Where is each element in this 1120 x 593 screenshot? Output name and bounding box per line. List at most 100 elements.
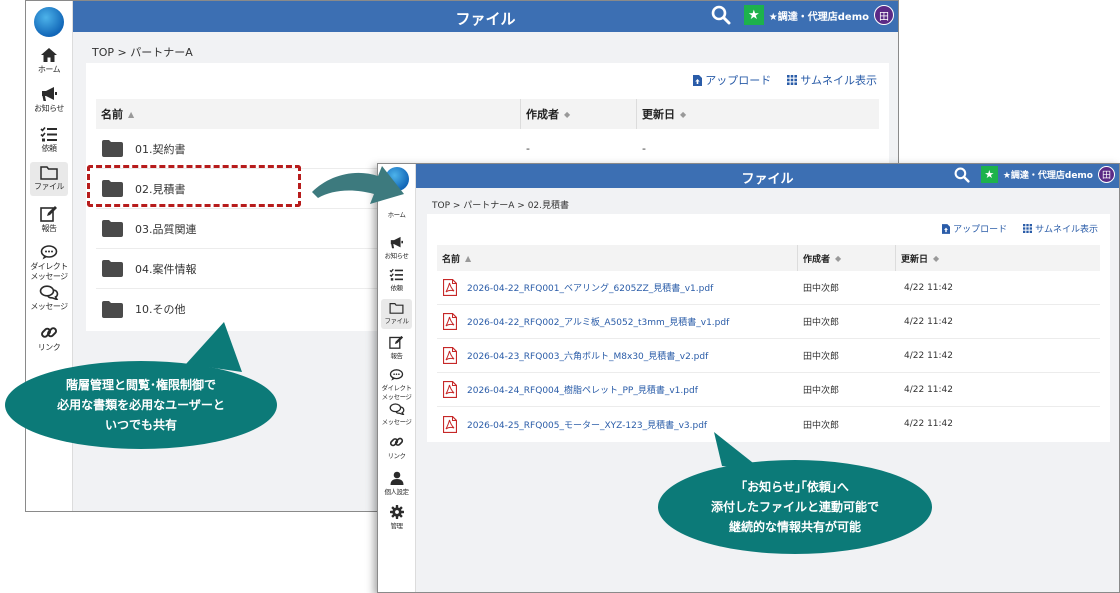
file-row[interactable]: 2026-04-22_RFQ001_ベアリング_6205ZZ_見積書_v1.pd… bbox=[437, 271, 1100, 305]
upload-button[interactable]: アップロード bbox=[942, 222, 1007, 235]
file-row[interactable]: 2026-04-25_RFQ005_モーター_XYZ-123_見積書_v3.pd… bbox=[437, 407, 1100, 441]
file-author: 田中次郎 bbox=[803, 284, 840, 294]
grid-icon bbox=[787, 75, 798, 85]
person-icon bbox=[390, 471, 403, 485]
column-author-header[interactable]: 作成者 ◆ bbox=[520, 99, 636, 129]
sidebar-item-label: 個人設定 bbox=[384, 488, 410, 496]
sidebar-item-direct-message[interactable]: ダイレクト メッセージ bbox=[26, 245, 72, 282]
column-author-header[interactable]: 作成者 ◆ bbox=[797, 245, 895, 271]
sidebar-item-label: ホーム bbox=[387, 211, 406, 219]
file-list-panel: アップロード サムネイル表示 名前 ▲ 作成者 ◆ 更新日 ◆ 2026-04-22_… bbox=[427, 214, 1110, 442]
folder-icon bbox=[102, 260, 123, 277]
megaphone-icon bbox=[390, 236, 403, 249]
column-name-header[interactable]: 名前 ▲ bbox=[96, 99, 520, 129]
sidebar-item-label: リンク bbox=[387, 452, 407, 460]
sidebar-item-requests[interactable]: 依頼 bbox=[378, 268, 415, 292]
sidebar-item-links[interactable]: リンク bbox=[26, 324, 72, 353]
breadcrumb[interactable]: TOP > パートナーA > 02.見積書 bbox=[432, 198, 569, 211]
app-logo[interactable] bbox=[34, 7, 64, 37]
highlight-box bbox=[87, 165, 301, 207]
sidebar-item-links[interactable]: リンク bbox=[378, 435, 415, 460]
sidebar-item-personal-settings[interactable]: 個人設定 bbox=[378, 471, 415, 496]
search-icon[interactable] bbox=[711, 5, 731, 25]
pdf-file-icon bbox=[443, 415, 457, 433]
file-name-link[interactable]: 2026-04-22_RFQ002_アルミ板_A5052_t3mm_見積書_v1… bbox=[467, 315, 729, 328]
upload-label: アップロード bbox=[953, 225, 1008, 235]
favorite-star-icon[interactable]: ★ bbox=[743, 5, 764, 25]
file-author: 田中次郎 bbox=[803, 352, 840, 362]
folder-name[interactable]: 04.案件情報 bbox=[135, 261, 197, 277]
folder-icon bbox=[102, 300, 123, 318]
file-row[interactable]: 2026-04-24_RFQ004_樹脂ペレット_PP_見積書_v1.pdf 田… bbox=[437, 373, 1100, 407]
sidebar-item-reports[interactable]: 報告 bbox=[378, 335, 415, 360]
file-upload-icon bbox=[942, 223, 951, 234]
favorite-star-icon[interactable]: ★ bbox=[980, 166, 998, 183]
user-name[interactable]: ★調達・代理店demo bbox=[769, 8, 869, 23]
breadcrumb[interactable]: TOP > パートナーA bbox=[92, 44, 193, 60]
callout-line: 階層管理と閲覧･権限制御で bbox=[65, 378, 216, 392]
sidebar-item-label: 管理 bbox=[390, 522, 404, 530]
app-header: ファイル ★ ★調達・代理店demo 田 bbox=[416, 164, 1119, 188]
thumbnail-view-button[interactable]: サムネイル表示 bbox=[1023, 222, 1098, 235]
callout-line: いつでも共有 bbox=[104, 418, 177, 432]
file-row[interactable]: 2026-04-23_RFQ003_六角ボルト_M8x30_見積書_v2.pdf… bbox=[437, 339, 1100, 373]
sidebar-item-files[interactable]: ファイル bbox=[381, 299, 412, 329]
avatar[interactable]: 田 bbox=[874, 5, 894, 25]
thumbnail-view-button[interactable]: サムネイル表示 bbox=[787, 72, 877, 88]
sidebar: ホーム お知らせ 依頼 ファイル 報告 ダイレクト メッセージ メッセージ リン… bbox=[378, 164, 416, 592]
sidebar-item-notices[interactable]: お知らせ bbox=[378, 236, 415, 260]
search-icon[interactable] bbox=[954, 167, 970, 183]
messages-icon bbox=[39, 285, 59, 300]
file-row[interactable]: 2026-04-22_RFQ002_アルミ板_A5052_t3mm_見積書_v1… bbox=[437, 305, 1100, 339]
column-name-header[interactable]: 名前 ▲ bbox=[437, 245, 797, 271]
file-name-link[interactable]: 2026-04-23_RFQ003_六角ボルト_M8x30_見積書_v2.pdf bbox=[467, 349, 708, 362]
table-header: 名前 ▲ 作成者 ◆ 更新日 ◆ bbox=[96, 99, 879, 129]
folder-name[interactable]: 01.契約書 bbox=[135, 141, 186, 157]
folder-name[interactable]: 03.品質関連 bbox=[135, 221, 197, 237]
file-author: 田中次郎 bbox=[803, 318, 840, 328]
link-icon bbox=[41, 327, 58, 338]
header-actions: ★ ★調達・代理店demo 田 bbox=[954, 166, 1115, 183]
sidebar-item-messages[interactable]: メッセージ bbox=[26, 285, 72, 312]
file-name-link[interactable]: 2026-04-24_RFQ004_樹脂ペレット_PP_見積書_v1.pdf bbox=[467, 383, 698, 396]
upload-button[interactable]: アップロード bbox=[693, 72, 771, 88]
megaphone-icon bbox=[42, 87, 57, 101]
sidebar-item-files[interactable]: ファイル bbox=[30, 162, 68, 196]
sidebar-item-requests[interactable]: 依頼 bbox=[26, 126, 72, 154]
sidebar-item-notices[interactable]: お知らせ bbox=[26, 86, 72, 114]
table-header: 名前 ▲ 作成者 ◆ 更新日 ◆ bbox=[437, 245, 1100, 271]
sidebar-item-label: メッセージ bbox=[30, 302, 68, 311]
app-logo[interactable] bbox=[385, 167, 409, 191]
sidebar-item-label: 報告 bbox=[390, 352, 404, 360]
sort-icon: ◆ bbox=[564, 109, 571, 119]
column-updated-header[interactable]: 更新日 ◆ bbox=[895, 245, 1100, 271]
file-name-link[interactable]: 2026-04-22_RFQ001_ベアリング_6205ZZ_見積書_v1.pd… bbox=[467, 281, 713, 294]
sidebar-item-home[interactable]: ホーム bbox=[26, 47, 72, 75]
edit-icon bbox=[389, 335, 404, 349]
messages-icon bbox=[389, 403, 404, 415]
file-author: 田中次郎 bbox=[803, 386, 840, 396]
file-name-link[interactable]: 2026-04-25_RFQ005_モーター_XYZ-123_見積書_v3.pd… bbox=[467, 418, 707, 431]
thumbnail-label: サムネイル表示 bbox=[800, 74, 877, 87]
upload-label: アップロード bbox=[705, 74, 772, 87]
sidebar-item-direct-message[interactable]: ダイレクト メッセージ bbox=[378, 369, 415, 401]
sort-icon: ▲ bbox=[465, 253, 472, 263]
sidebar-item-admin[interactable]: 管理 bbox=[378, 505, 415, 530]
column-updated-header[interactable]: 更新日 ◆ bbox=[636, 99, 879, 129]
folder-name[interactable]: 10.その他 bbox=[135, 301, 186, 317]
file-toolbar: アップロード サムネイル表示 bbox=[693, 72, 877, 88]
user-name[interactable]: ★調達・代理店demo bbox=[1003, 168, 1093, 181]
pdf-file-icon bbox=[443, 347, 457, 364]
file-upload-icon bbox=[693, 74, 703, 86]
app-header: ファイル ★ ★調達・代理店demo 田 bbox=[73, 1, 898, 32]
avatar[interactable]: 田 bbox=[1098, 166, 1115, 183]
file-updated: 4/22 11:42 bbox=[904, 350, 954, 361]
file-updated: 4/22 11:42 bbox=[904, 384, 954, 395]
sidebar-item-home[interactable]: ホーム bbox=[378, 208, 415, 219]
sidebar-item-reports[interactable]: 報告 bbox=[26, 205, 72, 234]
feature-callout-attachments: ｢お知らせ｣｢依頼｣へ 添付したファイルと連動可能で 継続的な情報共有が可能 bbox=[658, 460, 932, 554]
sidebar-item-label: ホーム bbox=[37, 65, 61, 74]
sidebar-item-label-2: メッセージ bbox=[381, 393, 412, 401]
folder-icon bbox=[40, 166, 58, 180]
sidebar-item-messages[interactable]: メッセージ bbox=[378, 403, 415, 426]
